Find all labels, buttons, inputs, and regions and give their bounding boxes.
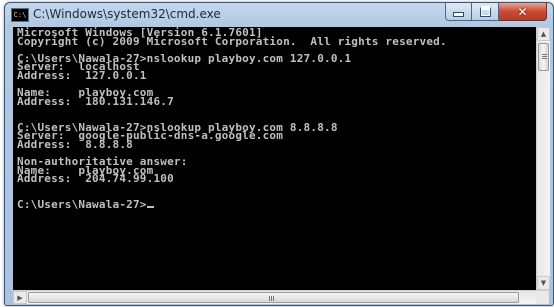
- vertical-scrollbar[interactable]: ▲ ▼: [536, 27, 550, 290]
- maximize-icon: [479, 6, 491, 17]
- console-line: Address: 180.131.146.7: [17, 94, 174, 108]
- console-line: Address: 204.74.99.100: [17, 172, 174, 186]
- grip-icon: [542, 54, 547, 55]
- console-line: Copyright (c) 2009 Microsoft Corporation…: [17, 34, 447, 48]
- scroll-up-button[interactable]: ▲: [537, 27, 550, 41]
- console-text: Microsoft Windows [Version 6.1.7601] Cop…: [13, 27, 536, 211]
- console-output[interactable]: Microsoft Windows [Version 6.1.7601] Cop…: [13, 27, 536, 290]
- scrollbar-corner: [536, 291, 549, 304]
- console-line: C:\Users\Nawala-27>: [17, 197, 147, 211]
- cmd-window: C:\ C:\Windows\system32\cmd.exe ✕ Micros…: [4, 2, 554, 306]
- window-title: C:\Windows\system32\cmd.exe: [33, 7, 221, 21]
- vertical-scroll-thumb[interactable]: [538, 43, 549, 71]
- arrow-right-icon: ▶: [17, 294, 23, 302]
- arrow-down-icon: ▼: [540, 279, 547, 287]
- grip-icon: [269, 296, 270, 301]
- maximize-button[interactable]: [472, 3, 499, 21]
- console-line: Address: 127.0.0.1: [17, 68, 147, 82]
- close-button[interactable]: ✕: [499, 3, 547, 21]
- close-icon: ✕: [517, 4, 528, 19]
- horizontal-scrollbar[interactable]: ◀ ▶: [13, 290, 549, 304]
- scroll-right-button[interactable]: ▶: [13, 291, 27, 304]
- title-bar[interactable]: C:\ C:\Windows\system32\cmd.exe ✕: [5, 3, 553, 27]
- scroll-down-button[interactable]: ▼: [537, 276, 550, 290]
- text-cursor: [146, 205, 154, 208]
- horizontal-scroll-thumb[interactable]: [28, 292, 519, 303]
- console-line: Address: 8.8.8.8: [17, 137, 133, 151]
- cmd-icon[interactable]: C:\: [11, 8, 29, 22]
- arrow-up-icon: ▲: [540, 30, 547, 38]
- minimize-button[interactable]: [445, 3, 472, 21]
- minimize-icon: [453, 12, 464, 17]
